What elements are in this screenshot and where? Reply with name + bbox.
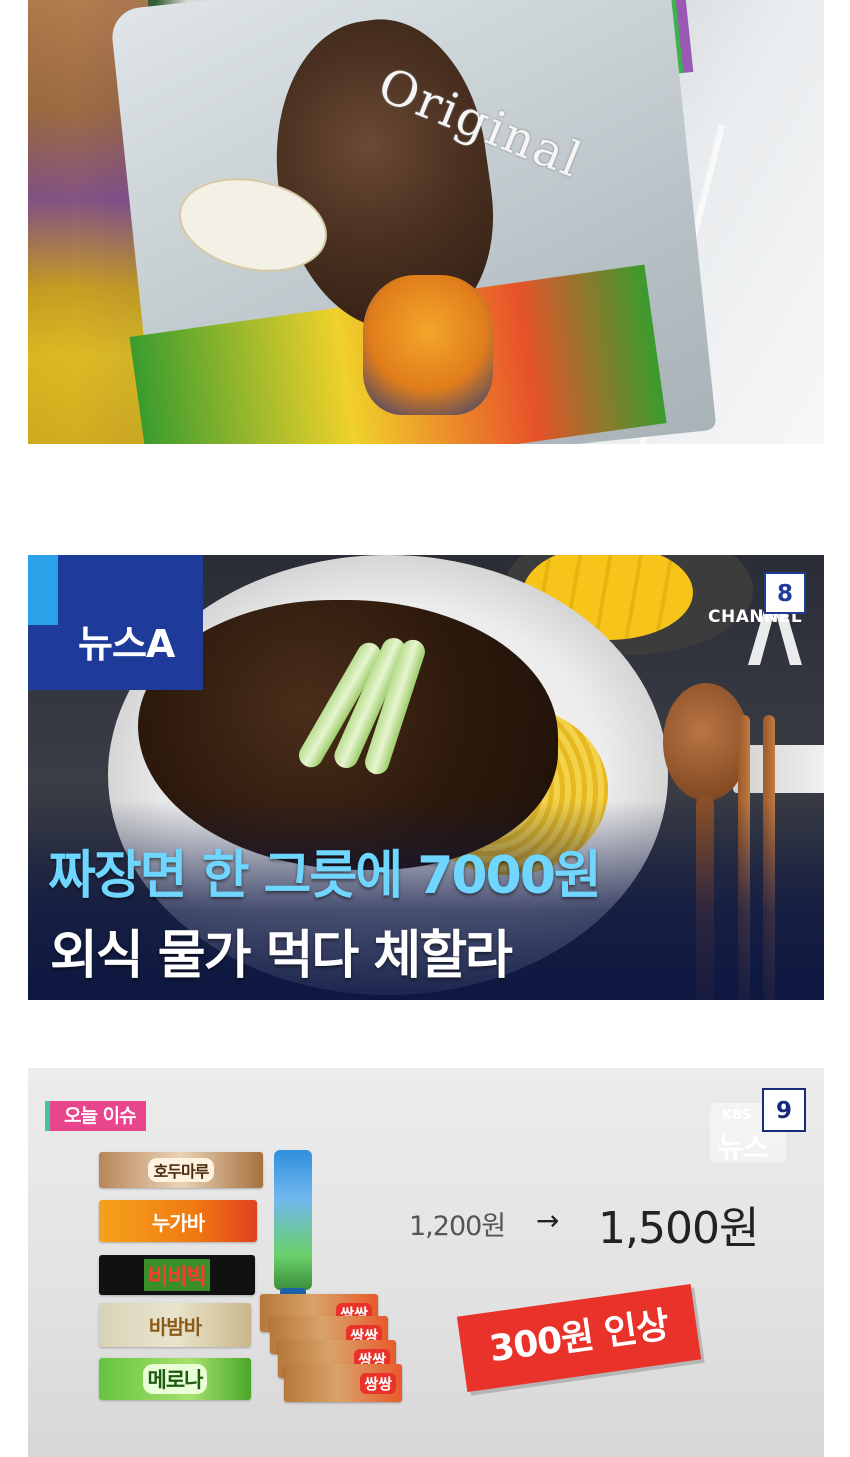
product-name: 비비빅	[144, 1259, 210, 1291]
icecream-price-screenshot: 오늘 이슈 KBS 뉴스 9 호두마루 누가바 비비빅 바밤바 메로나 쌍쌍 쌍…	[28, 1068, 824, 1457]
icecream-product: 바밤바	[99, 1303, 251, 1347]
issue-tag: 오늘 이슈	[45, 1101, 146, 1131]
arrow-right-icon: →	[536, 1204, 560, 1237]
broadcaster-logo-label: 뉴스	[718, 1131, 769, 1164]
image-number-badge: 9	[762, 1088, 806, 1132]
wooden-spoon	[663, 683, 749, 801]
product-name: 바밤바	[148, 1314, 202, 1339]
price-increase-stamp: 300원 인상	[456, 1283, 702, 1393]
page: Original 뉴스A CHANNEL 8 짜장면 한 그릇에 7000원 외…	[0, 0, 850, 1457]
program-label-accent	[28, 555, 58, 625]
new-price: 1,500원	[598, 1203, 759, 1254]
headline-line-1: 짜장면 한 그릇에 7000원	[48, 846, 602, 906]
image-number-badge: 8	[764, 572, 806, 614]
tube-icecream	[274, 1150, 312, 1290]
product-name: 누가바	[151, 1210, 205, 1235]
package-mascot	[363, 275, 493, 415]
snack-package-photo: Original	[28, 0, 824, 444]
icecream-product: 메로나	[99, 1358, 251, 1400]
product-name: 호두마루	[147, 1158, 215, 1182]
news-jajangmyeon-screenshot: 뉴스A CHANNEL 8 짜장면 한 그릇에 7000원 외식 물가 먹다 체…	[28, 555, 824, 1000]
headline-line-2: 외식 물가 먹다 체할라	[50, 926, 513, 986]
icecream-product: 비비빅	[99, 1255, 255, 1295]
icecream-product: 호두마루	[99, 1152, 263, 1188]
icecream-product: 누가바	[99, 1200, 257, 1242]
product-name: 쌍쌍	[360, 1372, 396, 1394]
old-price: 1,200원	[409, 1211, 506, 1242]
product-name: 메로나	[142, 1364, 208, 1394]
broadcaster-logo-small: KBS	[722, 1108, 752, 1123]
icecream-product: 쌍쌍	[284, 1364, 402, 1402]
program-label: 뉴스A	[78, 622, 175, 666]
